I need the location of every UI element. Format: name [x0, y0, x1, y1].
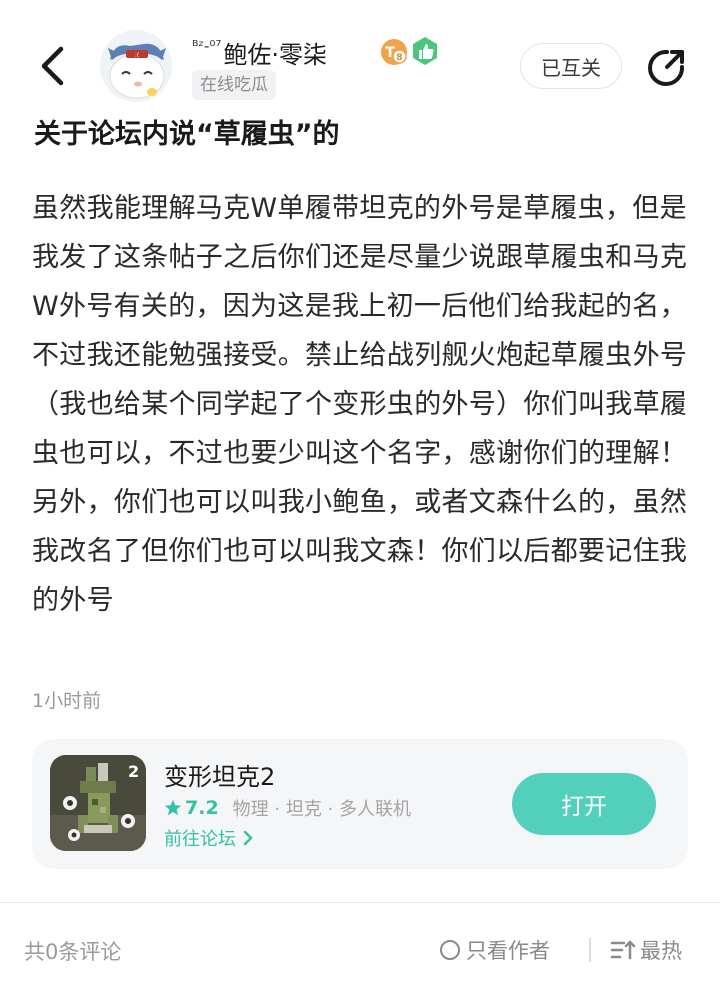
chevron-left-icon — [41, 46, 64, 86]
game-tags: 物理 · 坦克 · 多人联机 — [232, 799, 412, 820]
game-icon-image: 2 — [50, 755, 146, 851]
star-icon — [164, 799, 182, 816]
user-name-text: 鲍佐·零柒 — [223, 40, 328, 69]
post-title: 关于论坛内说“草履虫”的 — [34, 119, 340, 150]
forum-link-label: 前往论坛 — [164, 829, 236, 850]
thumbs-up-badge-icon — [413, 37, 437, 65]
game-card[interactable]: 2 变形坦克2 7.2 物理 · 坦克 · 多人联机 前往论坛 打开 — [32, 739, 688, 869]
open-game-button[interactable]: 打开 — [512, 773, 656, 835]
chevron-right-icon — [243, 830, 253, 846]
avatar[interactable]: :( — [100, 30, 172, 102]
forum-link[interactable]: 前往论坛 — [164, 825, 254, 851]
post-header: :( ᴮᶻ-⁰⁷ 鲍佐·零柒 T 8 在线吃瓜 已互关 — [0, 0, 720, 110]
post-timestamp: 1小时前 — [32, 690, 102, 712]
author-only-label: 只看作者 — [466, 939, 550, 963]
svg-text:8: 8 — [396, 53, 402, 63]
user-status-tag: 在线吃瓜 — [192, 70, 276, 100]
radio-circle-icon — [440, 940, 460, 960]
footer-divider — [0, 902, 720, 903]
level-badge-icon: T 8 — [381, 39, 407, 65]
game-meta: 7.2 物理 · 坦克 · 多人联机 — [164, 795, 411, 821]
sort-button[interactable]: 最热 — [610, 934, 682, 966]
comment-count: 共0条评论 — [24, 940, 122, 964]
footer-separator — [589, 938, 591, 962]
user-name[interactable]: ᴮᶻ-⁰⁷ 鲍佐·零柒 — [192, 34, 327, 70]
author-only-toggle[interactable]: 只看作者 — [440, 934, 550, 966]
user-name-prefix: ᴮᶻ-⁰⁷ — [192, 37, 222, 55]
sort-icon — [610, 940, 636, 960]
post-body: 虽然我能理解马克W单履带坦克的外号是草履虫，但是我发了这条帖子之后你们还是尽量少… — [32, 193, 688, 616]
share-icon — [648, 49, 685, 86]
avatar-image: :( — [100, 30, 172, 102]
svg-text:2: 2 — [128, 762, 139, 781]
game-name[interactable]: 变形坦克2 — [164, 757, 275, 792]
game-icon[interactable]: 2 — [50, 755, 146, 851]
sort-label: 最热 — [640, 939, 682, 963]
share-button[interactable] — [642, 44, 690, 92]
game-rating: 7.2 — [185, 797, 219, 819]
follow-button[interactable]: 已互关 — [520, 43, 622, 89]
svg-text::(: :( — [135, 52, 139, 59]
back-button[interactable] — [28, 40, 76, 92]
